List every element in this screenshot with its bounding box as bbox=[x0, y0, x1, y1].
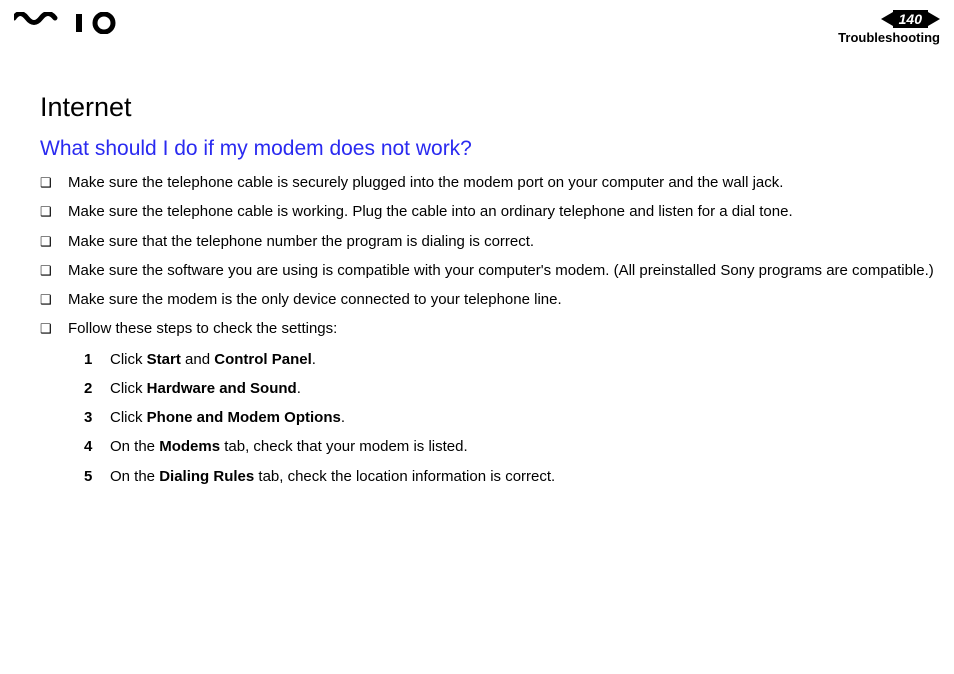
list-item: ❑ Make sure the telephone cable is worki… bbox=[40, 202, 934, 222]
bullet-icon: ❑ bbox=[40, 319, 68, 339]
bullet-list: ❑ Make sure the telephone cable is secur… bbox=[40, 173, 940, 340]
bullet-text: Make sure the modem is the only device c… bbox=[68, 290, 934, 310]
step-bold: Dialing Rules bbox=[159, 468, 254, 485]
step-text: Click Hardware and Sound. bbox=[110, 379, 940, 399]
step-number: 2 bbox=[84, 379, 110, 399]
bullet-icon: ❑ bbox=[40, 261, 68, 281]
step-item: 5 On the Dialing Rules tab, check the lo… bbox=[84, 467, 940, 487]
step-item: 1 Click Start and Control Panel. bbox=[84, 350, 940, 370]
list-item: ❑ Follow these steps to check the settin… bbox=[40, 319, 934, 339]
step-text: Click Start and Control Panel. bbox=[110, 350, 940, 370]
step-text: Click Phone and Modem Options. bbox=[110, 408, 940, 428]
step-number: 5 bbox=[84, 467, 110, 487]
step-bold: Hardware and Sound bbox=[147, 380, 297, 397]
step-post: . bbox=[297, 380, 301, 397]
bullet-text: Make sure the software you are using is … bbox=[68, 261, 934, 281]
step-pre: Click bbox=[110, 351, 147, 368]
page-header: 140 Troubleshooting bbox=[0, 0, 954, 48]
bullet-text: Make sure that the telephone number the … bbox=[68, 232, 934, 252]
prev-page-icon[interactable] bbox=[881, 12, 893, 26]
step-text: On the Dialing Rules tab, check the loca… bbox=[110, 467, 940, 487]
step-mid: tab, check that your modem is listed. bbox=[220, 438, 468, 455]
bullet-icon: ❑ bbox=[40, 173, 68, 193]
step-number: 1 bbox=[84, 350, 110, 370]
step-bold: Phone and Modem Options bbox=[147, 409, 341, 426]
bullet-icon: ❑ bbox=[40, 202, 68, 222]
page-title: Internet bbox=[40, 92, 940, 123]
vaio-logo bbox=[14, 12, 120, 34]
step-bold: Modems bbox=[159, 438, 220, 455]
bullet-icon: ❑ bbox=[40, 290, 68, 310]
step-mid: and bbox=[181, 351, 214, 368]
step-pre: On the bbox=[110, 468, 159, 485]
step-pre: Click bbox=[110, 380, 147, 397]
step-text: On the Modems tab, check that your modem… bbox=[110, 437, 940, 457]
step-item: 4 On the Modems tab, check that your mod… bbox=[84, 437, 940, 457]
step-post: . bbox=[312, 351, 316, 368]
list-item: ❑ Make sure the modem is the only device… bbox=[40, 290, 934, 310]
step-post: . bbox=[341, 409, 345, 426]
list-item: ❑ Make sure that the telephone number th… bbox=[40, 232, 934, 252]
step-item: 3 Click Phone and Modem Options. bbox=[84, 408, 940, 428]
bullet-icon: ❑ bbox=[40, 232, 68, 252]
content: Internet What should I do if my modem do… bbox=[0, 48, 954, 487]
step-mid: tab, check the location information is c… bbox=[254, 468, 555, 485]
step-number: 3 bbox=[84, 408, 110, 428]
numbered-steps: 1 Click Start and Control Panel. 2 Click… bbox=[40, 350, 940, 487]
step-pre: Click bbox=[110, 409, 147, 426]
step-bold: Start bbox=[147, 351, 181, 368]
next-page-icon[interactable] bbox=[928, 12, 940, 26]
step-pre: On the bbox=[110, 438, 159, 455]
page-number: 140 bbox=[893, 10, 928, 28]
list-item: ❑ Make sure the telephone cable is secur… bbox=[40, 173, 934, 193]
header-right: 140 Troubleshooting bbox=[838, 10, 940, 45]
step-bold: Control Panel bbox=[214, 351, 312, 368]
bullet-text: Follow these steps to check the settings… bbox=[68, 319, 934, 339]
step-number: 4 bbox=[84, 437, 110, 457]
step-item: 2 Click Hardware and Sound. bbox=[84, 379, 940, 399]
page: 140 Troubleshooting Internet What should… bbox=[0, 0, 954, 674]
page-nav: 140 bbox=[838, 10, 940, 28]
list-item: ❑ Make sure the software you are using i… bbox=[40, 261, 934, 281]
question-heading: What should I do if my modem does not wo… bbox=[40, 137, 940, 161]
bullet-text: Make sure the telephone cable is securel… bbox=[68, 173, 934, 193]
bullet-text: Make sure the telephone cable is working… bbox=[68, 202, 934, 222]
section-label: Troubleshooting bbox=[838, 30, 940, 45]
